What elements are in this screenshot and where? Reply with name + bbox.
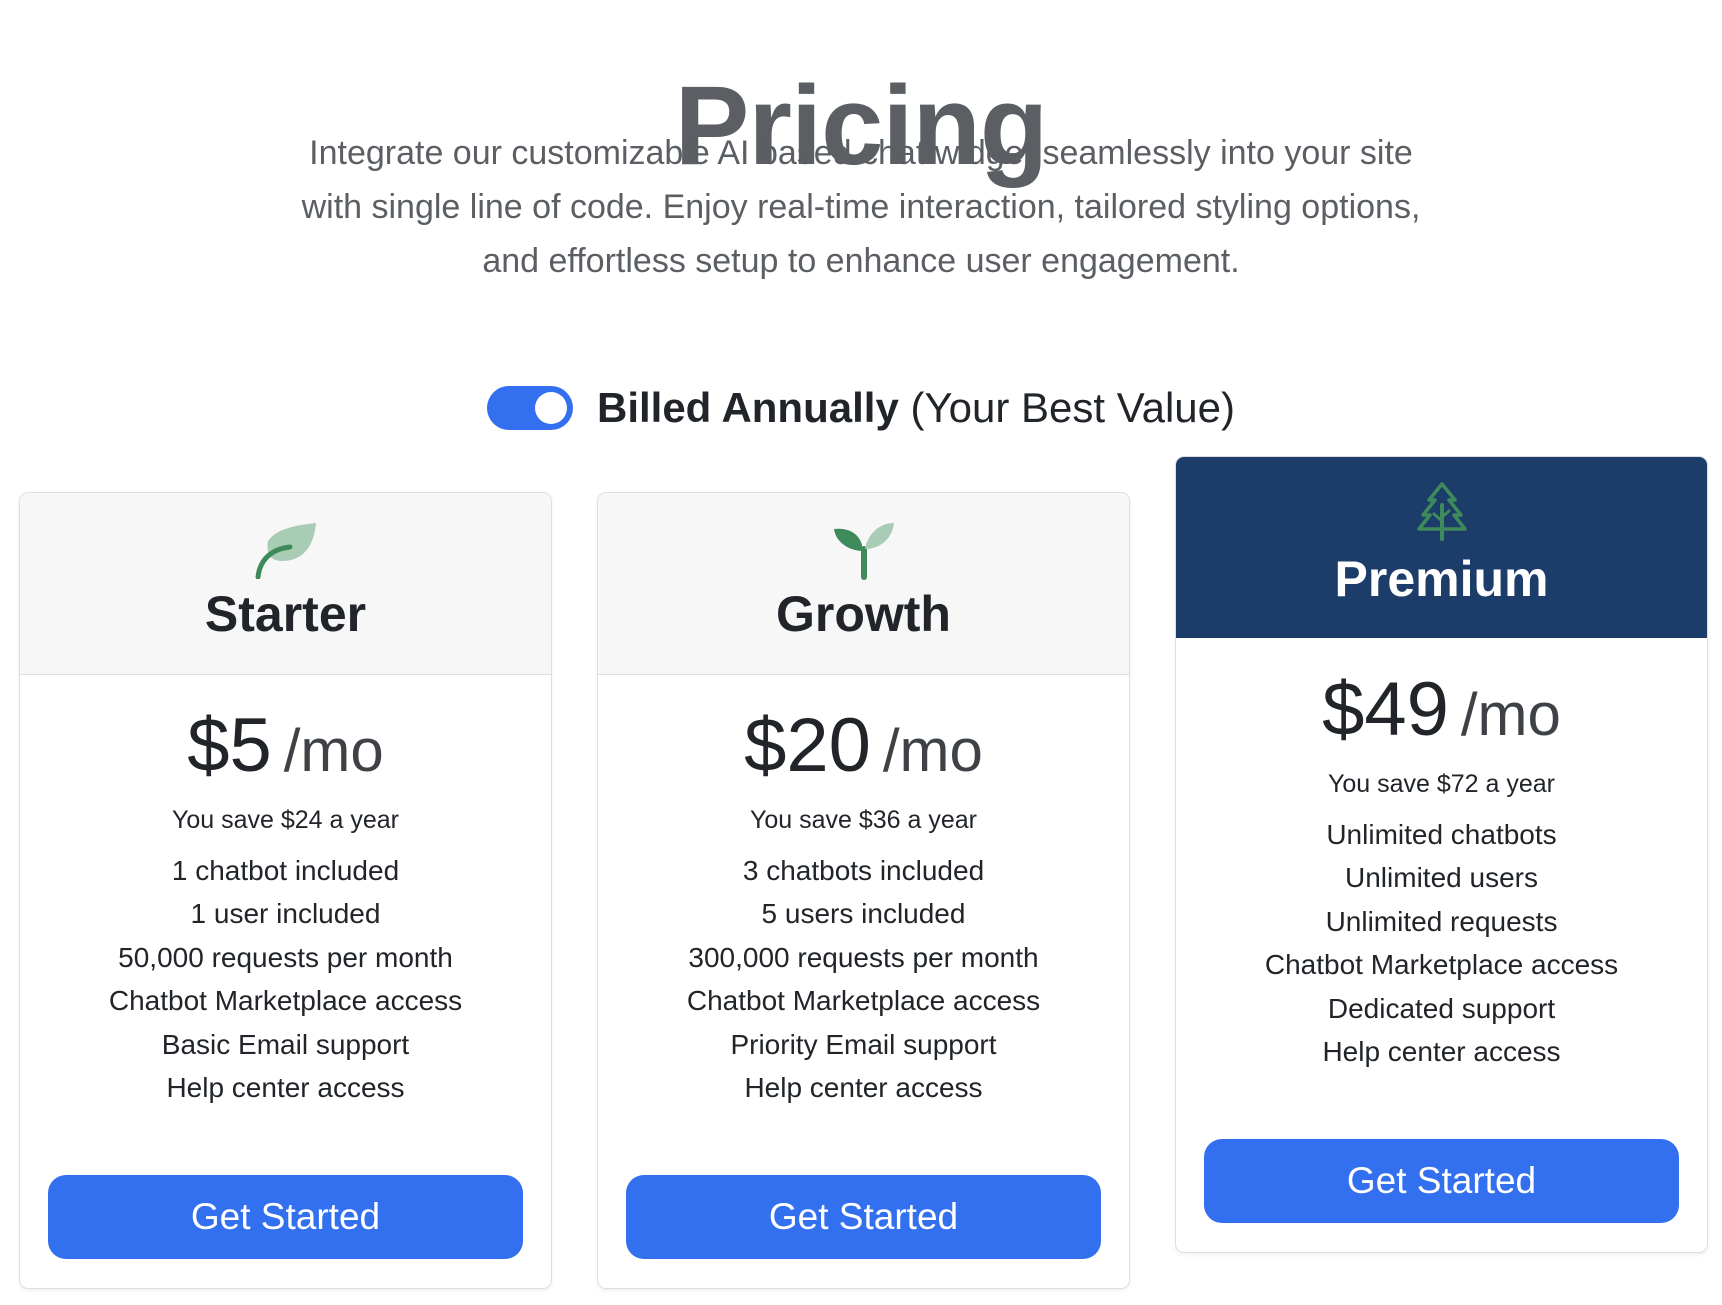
plan-price: $49/mo [1176, 670, 1707, 755]
billing-period-control: Billed Annually (Your Best Value) [0, 383, 1722, 433]
plan-name: Starter [204, 586, 367, 642]
feature-item: Basic Email support [161, 1028, 410, 1060]
plan-price: $5/mo [20, 706, 551, 791]
feature-item: 3 chatbots included [742, 855, 985, 886]
plan-name: Growth [776, 586, 951, 642]
feature-item: Unlimited requests [1325, 905, 1558, 937]
plan-card-header: Premium [1176, 457, 1707, 638]
feature-item: 1 user included [190, 898, 381, 930]
price-period: /mo [882, 717, 983, 784]
plan-card-premium: Premium $49/mo You save $72 a year Unlim… [1175, 456, 1708, 1253]
feature-item: Chatbot Marketplace access [1264, 949, 1619, 981]
billing-label: Billed Annually (Your Best Value) [597, 384, 1235, 432]
billing-annual-toggle[interactable] [486, 386, 573, 430]
feature-item: 300,000 requests per month [688, 941, 1039, 973]
savings-text: You save $36 a year [749, 806, 978, 834]
feature-item: 50,000 requests per month [118, 941, 453, 973]
subtitle-line: Integrate our customizable AI based chat… [309, 134, 1413, 172]
feature-item: 1 chatbot included [171, 855, 400, 886]
price-amount: $5 [187, 703, 272, 788]
feature-item: Priority Email support [730, 1028, 997, 1060]
get-started-button[interactable]: Get Started [626, 1175, 1101, 1259]
savings-text: You save $72 a year [1327, 770, 1556, 798]
get-started-button[interactable]: Get Started [1204, 1139, 1679, 1223]
plan-name: Premium [1334, 551, 1549, 607]
tree-icon [1416, 481, 1468, 546]
sprout-icon [832, 519, 896, 586]
page-subtitle: Integrate our customizable AI based chat… [250, 126, 1472, 288]
feature-item: Dedicated support [1327, 992, 1556, 1024]
subtitle-line: with single line of code. Enjoy real-tim… [301, 188, 1421, 226]
toggle-knob [534, 392, 567, 424]
feature-item: Help center access [166, 1072, 405, 1104]
plan-card-header: Starter [20, 493, 551, 675]
savings-text: You save $24 a year [171, 806, 400, 834]
feature-item: 5 users included [761, 898, 966, 930]
plan-card-growth: Growth $20/mo You save $36 a year 3 chat… [597, 492, 1130, 1289]
feature-item: Help center access [744, 1072, 983, 1104]
billing-label-bold: Billed Annually [596, 384, 899, 431]
price-amount: $49 [1322, 667, 1449, 752]
plan-card-header: Growth [598, 493, 1129, 675]
plan-price: $20/mo [598, 706, 1129, 791]
feature-item: Unlimited chatbots [1326, 819, 1557, 850]
plan-card-starter: Starter $5/mo You save $24 a year 1 chat… [19, 492, 552, 1289]
price-period: /mo [283, 717, 384, 784]
feature-item: Unlimited users [1345, 862, 1538, 894]
leaf-icon [254, 519, 318, 584]
feature-item: Chatbot Marketplace access [686, 985, 1041, 1017]
subtitle-line: and effortless setup to enhance user eng… [482, 242, 1240, 280]
feature-item: Help center access [1322, 1036, 1561, 1068]
price-period: /mo [1460, 681, 1561, 748]
billing-label-note: (Your Best Value) [910, 384, 1235, 431]
price-amount: $20 [744, 703, 871, 788]
feature-item: Chatbot Marketplace access [108, 985, 463, 1017]
feature-list: 1 chatbot included 1 user included 50,00… [20, 849, 551, 1109]
get-started-button[interactable]: Get Started [48, 1175, 523, 1259]
feature-list: Unlimited chatbots Unlimited users Unlim… [1176, 813, 1707, 1073]
feature-list: 3 chatbots included 5 users included 300… [598, 849, 1129, 1109]
